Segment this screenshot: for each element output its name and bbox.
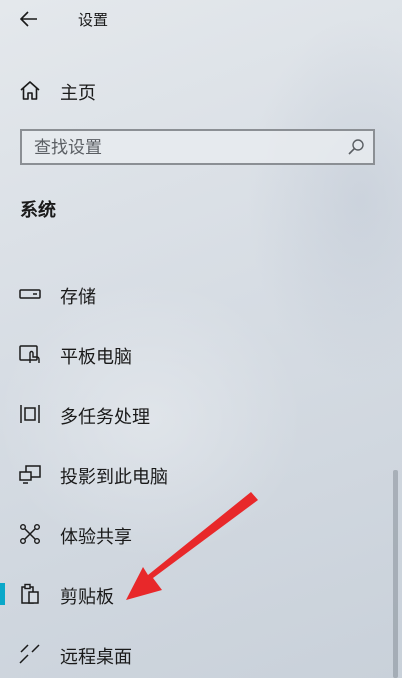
tablet-icon	[19, 345, 40, 363]
scrollbar-thumb[interactable]	[393, 470, 398, 678]
section-title: 系统	[20, 200, 56, 221]
back-button[interactable]	[14, 6, 44, 32]
nav-item-remote-desktop[interactable]: 远程桌面	[0, 631, 402, 677]
window-title: 设置	[78, 11, 109, 29]
home-icon	[20, 81, 40, 100]
home-nav-item[interactable]: 主页	[0, 70, 402, 112]
home-label: 主页	[60, 83, 96, 104]
nav-item-label: 体验共享	[60, 527, 132, 548]
nav-item-tablet[interactable]: 平板电脑	[0, 331, 402, 377]
nav-item-project-to-pc[interactable]: 投影到此电脑	[0, 451, 402, 497]
search-icon[interactable]	[347, 138, 365, 156]
nav-item-label: 存储	[60, 287, 96, 308]
nav-item-label: 远程桌面	[60, 647, 132, 668]
nav-item-storage[interactable]: 存储	[0, 271, 402, 317]
search-input[interactable]	[34, 136, 334, 160]
title-bar: 设置	[0, 0, 402, 38]
selection-indicator	[0, 583, 5, 605]
clipboard-icon	[21, 583, 39, 604]
nav-item-shared-experiences[interactable]: 体验共享	[0, 511, 402, 557]
project-icon	[19, 465, 41, 484]
nav-item-label: 多任务处理	[60, 407, 150, 428]
nav-item-multitasking[interactable]: 多任务处理	[0, 391, 402, 437]
nav-item-label: 剪贴板	[60, 587, 114, 608]
search-box[interactable]	[20, 129, 375, 165]
multitasking-icon	[20, 405, 40, 423]
back-arrow-icon	[20, 11, 37, 27]
nav-item-clipboard[interactable]: 剪贴板	[0, 571, 402, 617]
shared-experiences-icon	[20, 524, 41, 545]
nav-item-label: 投影到此电脑	[60, 467, 168, 488]
storage-icon	[19, 289, 41, 299]
remote-desktop-icon	[19, 644, 40, 664]
nav-item-label: 平板电脑	[60, 347, 132, 368]
